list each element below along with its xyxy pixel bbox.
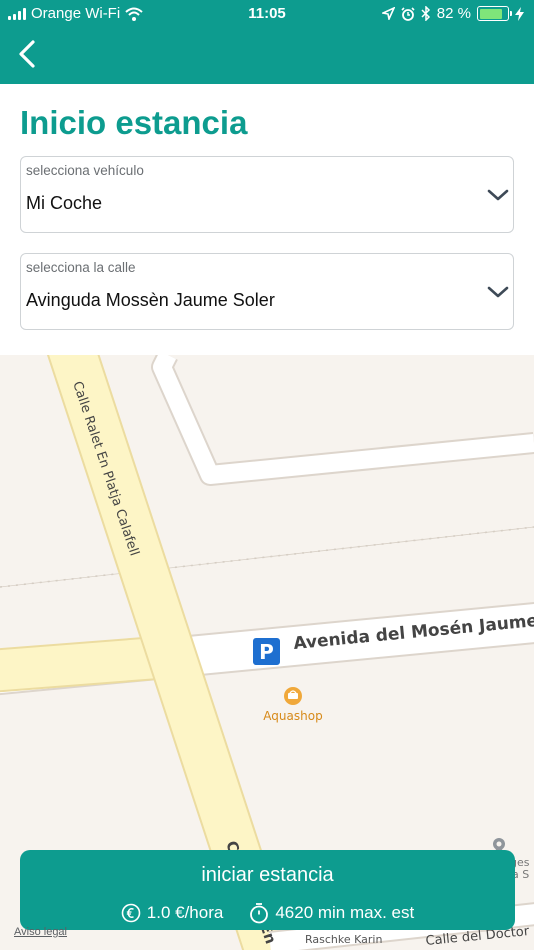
form-panel: Inicio estancia selecciona vehículo Mi C… [0,84,534,355]
start-stay-button[interactable]: iniciar estancia 1.0 €/hora 4620 min max… [20,850,515,930]
battery-percentage: 82 % [436,5,471,22]
street-select[interactable]: selecciona la calle Avinguda Mossèn Jaum… [20,253,514,330]
price-value: 1.0 €/hora [146,903,224,922]
legal-notice-link[interactable]: Aviso legal [14,926,67,938]
street-select-label: selecciona la calle [26,260,136,275]
vehicle-select[interactable]: selecciona vehículo Mi Coche [20,156,514,233]
price-info: 1.0 €/hora [121,902,224,924]
page-title: Inicio estancia [20,104,248,141]
status-right: 82 % [381,5,524,22]
start-stay-label: iniciar estancia [201,864,334,886]
stay-info: 1.0 €/hora 4620 min max. est [20,902,515,924]
location-icon [381,7,395,20]
euro-icon [121,903,141,923]
vehicle-select-value: Mi Coche [26,193,103,213]
chevron-down-icon [487,189,509,201]
street-select-value: Avinguda Mossèn Jaume Soler [26,290,275,310]
parking-symbol: P [259,640,274,664]
back-chevron-icon [19,40,35,68]
alarm-icon [401,6,415,21]
bluetooth-icon [421,6,430,21]
charging-bolt-icon [515,6,524,21]
map-poi-aquashop: Aquashop [263,709,322,723]
back-button[interactable] [10,36,44,72]
map-label-raschke: Raschke Karin [305,933,382,946]
vehicle-select-label: selecciona vehículo [26,163,144,178]
parking-icon[interactable]: P [253,638,280,665]
battery-icon [477,6,512,21]
max-time-value: 4620 min max. est [275,903,415,922]
status-bar: Orange Wi-Fi 11:05 82 % [0,0,534,28]
chevron-down-icon [487,286,509,298]
shop-icon[interactable] [284,687,302,705]
stopwatch-icon [250,903,269,924]
top-bar: Orange Wi-Fi 11:05 82 % [0,0,534,84]
max-time-info: 4620 min max. est [249,902,414,924]
